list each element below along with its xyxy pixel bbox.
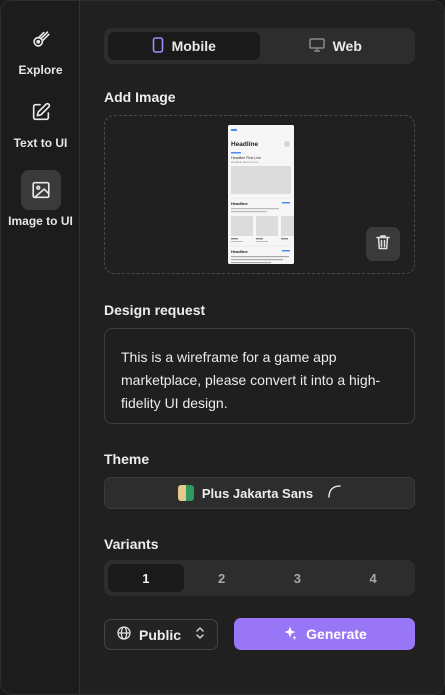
- visibility-label: Public: [139, 626, 182, 643]
- theme-selector[interactable]: Plus Jakarta Sans: [104, 477, 415, 509]
- theme-label: Theme: [104, 451, 150, 467]
- generate-label: Generate: [306, 626, 367, 642]
- comet-icon: [21, 19, 61, 59]
- sidebar-item-label: Explore: [18, 63, 63, 77]
- visibility-select[interactable]: Public: [104, 619, 218, 650]
- uploaded-wireframe-thumbnail: Headline Headline First Line Headline Se…: [228, 125, 294, 264]
- delete-image-button[interactable]: [366, 227, 400, 261]
- platform-toggle: Mobile Web: [104, 28, 415, 64]
- tab-label: Web: [332, 38, 362, 54]
- trash-icon: [376, 234, 390, 255]
- phone-icon: [152, 36, 164, 56]
- sidebar-item-text-to-ui[interactable]: Text to UI: [1, 92, 80, 150]
- sidebar-item-label: Image to UI: [8, 214, 73, 228]
- sidebar-item-explore[interactable]: Explore: [1, 19, 80, 77]
- chevron-up-down-icon: [195, 626, 205, 643]
- preview-headline: Headline: [231, 141, 258, 148]
- curve-icon: [327, 484, 341, 503]
- sidebar-item-image-to-ui[interactable]: Image to UI: [1, 170, 80, 228]
- app-window: Explore Text to UI Image to UI Mobile We…: [0, 0, 445, 695]
- tab-web[interactable]: Web: [260, 32, 412, 60]
- edit-square-icon: [21, 92, 61, 132]
- main-panel: Mobile Web Add Image Headline Headline F…: [81, 1, 444, 694]
- globe-icon: [117, 626, 131, 643]
- preview-line2: Headline Second Line: [231, 160, 259, 164]
- design-request-input[interactable]: This is a wireframe for a game app marke…: [104, 328, 415, 424]
- variant-option-2[interactable]: 2: [184, 564, 260, 592]
- preview-section2: Headline: [231, 249, 248, 254]
- variant-option-1[interactable]: 1: [108, 564, 184, 592]
- tab-label: Mobile: [171, 38, 216, 54]
- theme-font-name: Plus Jakarta Sans: [201, 485, 314, 501]
- variant-option-3[interactable]: 3: [260, 564, 336, 592]
- variants-label: Variants: [104, 536, 159, 552]
- add-image-label: Add Image: [104, 89, 176, 105]
- theme-color-swatch: [177, 485, 194, 501]
- generate-button[interactable]: Generate: [234, 618, 415, 650]
- design-request-label: Design request: [104, 302, 206, 318]
- preview-section1: Headline: [231, 201, 248, 206]
- tab-mobile[interactable]: Mobile: [108, 32, 260, 60]
- sidebar-item-label: Text to UI: [13, 136, 68, 150]
- image-icon: [20, 170, 61, 210]
- sidebar: Explore Text to UI Image to UI: [1, 1, 80, 694]
- monitor-icon: [308, 37, 325, 55]
- variant-option-4[interactable]: 4: [335, 564, 411, 592]
- sparkle-icon: [282, 625, 298, 644]
- image-dropzone[interactable]: Headline Headline First Line Headline Se…: [104, 115, 415, 274]
- variants-toggle: 1 2 3 4: [104, 560, 415, 596]
